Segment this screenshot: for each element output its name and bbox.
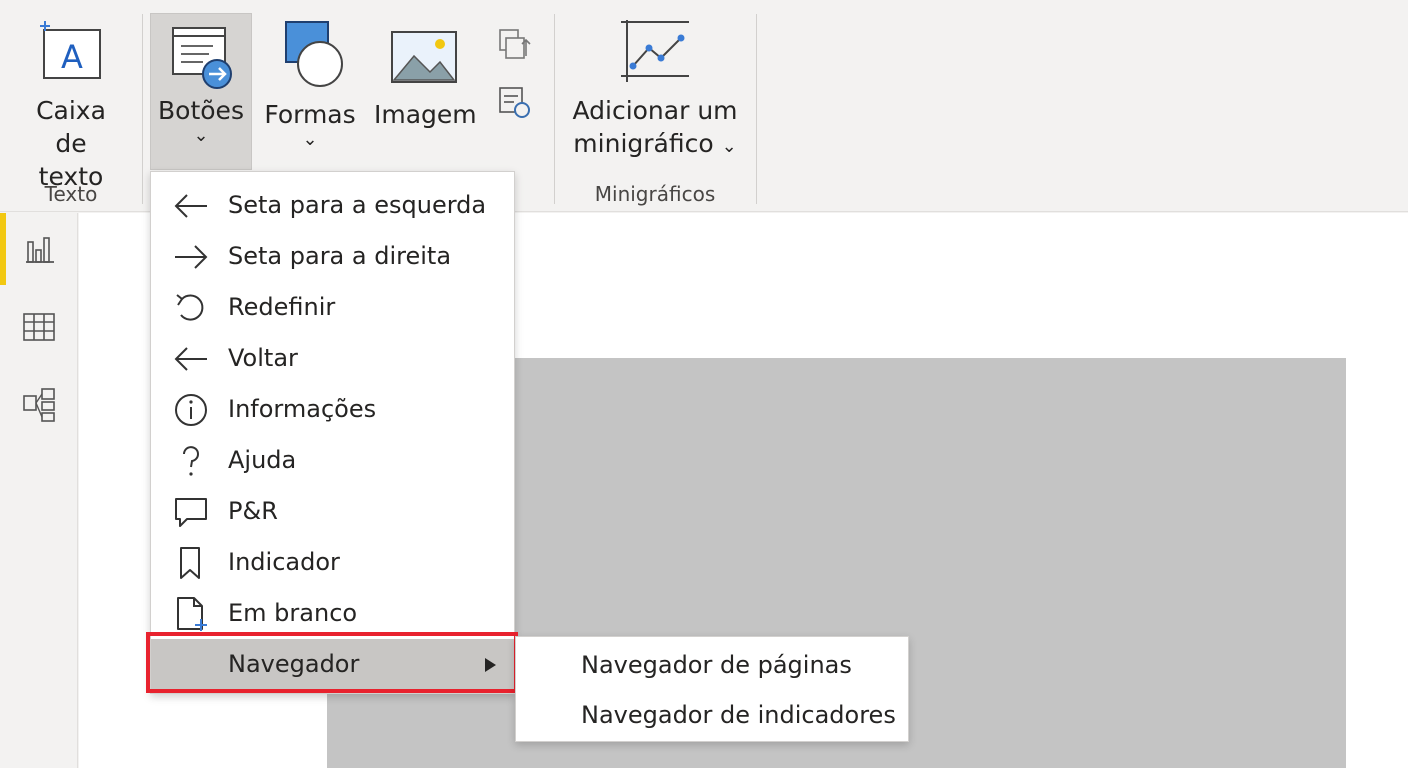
menu-item-label: Seta para a direita xyxy=(228,242,452,270)
menu-item-label: Redefinir xyxy=(228,293,336,321)
ribbon-separator xyxy=(142,14,143,204)
table-view-button[interactable] xyxy=(20,308,58,346)
submenu-item-page-navigator[interactable]: Navegador de páginas xyxy=(516,640,908,690)
group-label-text: Texto xyxy=(44,182,98,206)
buttons-icon xyxy=(172,27,232,89)
arrow-left-icon xyxy=(174,194,207,218)
reset-icon xyxy=(176,294,204,321)
chevron-down-icon: ⌄ xyxy=(193,125,209,146)
menu-item-label: P&R xyxy=(228,497,278,525)
arrow-right-icon xyxy=(175,245,208,269)
blank-icon xyxy=(177,597,207,631)
bar-chart-icon xyxy=(26,237,54,263)
shapes-button[interactable]: Formas ⌄ xyxy=(262,20,358,165)
image-button[interactable]: Imagem xyxy=(374,20,477,165)
menu-item-left-arrow[interactable]: Seta para a esquerda xyxy=(151,180,514,231)
view-rail xyxy=(0,213,78,768)
paste-format-button[interactable] xyxy=(496,84,534,122)
sparkline-icon xyxy=(621,20,689,82)
chevron-down-icon: ⌄ xyxy=(302,129,318,150)
report-view-button[interactable] xyxy=(20,230,58,268)
menu-item-label: Seta para a esquerda xyxy=(228,191,487,219)
sparkline-label-1: Adicionar um xyxy=(572,96,738,125)
image-label: Imagem xyxy=(374,100,477,129)
copy-format-icon xyxy=(499,29,531,59)
menu-item-back[interactable]: Voltar xyxy=(151,333,514,384)
copy-format-button[interactable] xyxy=(496,26,534,64)
text-box-icon: A xyxy=(40,21,101,79)
chevron-down-icon: ⌄ xyxy=(721,136,737,157)
menu-item-info[interactable]: Informações xyxy=(151,384,514,435)
menu-item-bookmark[interactable]: Indicador xyxy=(151,537,514,588)
model-view-button[interactable] xyxy=(20,386,58,424)
menu-item-right-arrow[interactable]: Seta para a direita xyxy=(151,231,514,282)
text-box-button[interactable]: A Caixa de texto xyxy=(18,20,124,191)
help-icon xyxy=(183,446,199,476)
buttons-label: Botões xyxy=(158,96,244,125)
submenu-item-bookmark-navigator[interactable]: Navegador de indicadores xyxy=(516,690,908,740)
text-box-label-1: Caixa de xyxy=(36,96,106,158)
shapes-label: Formas xyxy=(264,100,356,129)
group-label-sparklines: Minigráficos xyxy=(594,182,716,206)
qna-icon xyxy=(175,498,207,527)
ribbon-separator xyxy=(756,14,757,204)
menu-item-label: Informações xyxy=(228,395,377,423)
model-icon xyxy=(23,388,55,422)
paste-format-icon xyxy=(499,87,530,118)
buttons-button[interactable]: Botões ⌄ xyxy=(150,13,252,170)
table-icon xyxy=(23,313,55,341)
bookmark-icon xyxy=(180,547,200,579)
navigator-submenu: Navegador de páginas Navegador de indica… xyxy=(515,636,909,742)
shapes-icon xyxy=(285,21,343,87)
ribbon-separator xyxy=(554,14,555,204)
info-icon xyxy=(175,394,207,426)
image-icon xyxy=(391,31,457,83)
menu-item-reset[interactable]: Redefinir xyxy=(151,282,514,333)
highlight-annotation-box xyxy=(146,632,518,693)
active-view-indicator xyxy=(0,213,6,285)
menu-item-label: Indicador xyxy=(228,548,340,576)
menu-item-qna[interactable]: P&R xyxy=(151,486,514,537)
menu-item-label: Voltar xyxy=(228,344,298,372)
menu-item-label: Ajuda xyxy=(228,446,297,474)
svg-text:A: A xyxy=(61,38,83,76)
menu-item-help[interactable]: Ajuda xyxy=(151,435,514,486)
buttons-dropdown-menu: Seta para a esquerda Seta para a direita… xyxy=(150,171,515,694)
back-icon xyxy=(174,347,207,371)
sparkline-button[interactable]: Adicionar um minigráfico ⌄ xyxy=(570,20,740,165)
sparkline-label-2: minigráfico xyxy=(573,129,714,158)
